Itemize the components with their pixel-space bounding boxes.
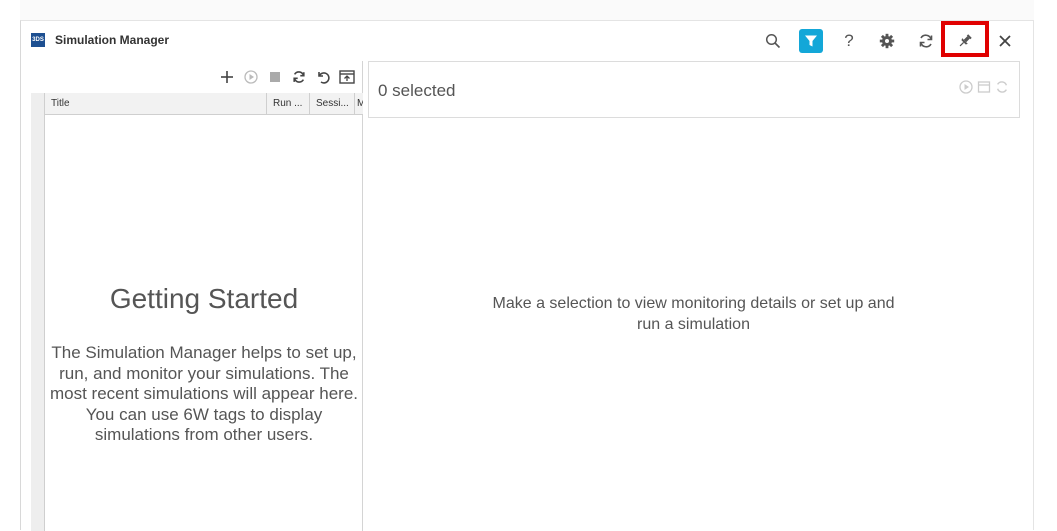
empty-selection-message: Make a selection to view monitoring deta…: [492, 295, 895, 333]
column-session[interactable]: Sessi...: [310, 93, 355, 115]
search-icon: [765, 33, 781, 49]
export-icon: [339, 70, 355, 84]
add-simulation-button[interactable]: [218, 68, 236, 86]
filter-icon: [805, 35, 817, 47]
left-toolbar: [218, 67, 356, 87]
stop-icon: [270, 72, 280, 82]
export-button[interactable]: [338, 68, 356, 86]
refresh-list-button[interactable]: [290, 68, 308, 86]
calendar-icon[interactable]: [977, 80, 991, 94]
refresh-icon: [293, 71, 305, 83]
play-icon: [244, 70, 258, 84]
getting-started-text: The Simulation Manager helps to set up, …: [49, 343, 359, 444]
undo-button[interactable]: [314, 68, 332, 86]
row-selector-strip: [31, 93, 45, 531]
settings-button[interactable]: [875, 29, 899, 53]
simulations-list-panel: Title Run ... Sessi... M Getting Started…: [31, 61, 363, 531]
top-background: [20, 0, 1034, 20]
help-icon: ?: [844, 31, 854, 50]
refresh-icon: [919, 34, 933, 48]
title-bar: 3DS Simulation Manager ?: [21, 21, 1033, 61]
close-icon: [999, 35, 1011, 47]
undo-icon: [318, 72, 330, 84]
app-logo-icon: 3DS: [31, 33, 45, 47]
refresh-icon[interactable]: [995, 80, 1009, 94]
search-button[interactable]: [761, 29, 785, 53]
pin-highlight-box: [941, 21, 989, 57]
run-button[interactable]: [242, 68, 260, 86]
selection-header: 0 selected: [368, 61, 1020, 118]
selected-count: 0 selected: [378, 81, 456, 100]
column-run[interactable]: Run ...: [267, 93, 310, 115]
filter-button[interactable]: [799, 29, 823, 53]
stop-button[interactable]: [266, 68, 284, 86]
add-icon: [221, 71, 233, 83]
window-title: Simulation Manager: [55, 33, 170, 47]
table-header: Title Run ... Sessi... M: [45, 93, 363, 115]
column-title[interactable]: Title: [45, 93, 267, 115]
help-button[interactable]: ?: [837, 29, 861, 53]
close-button[interactable]: [993, 29, 1017, 53]
gear-icon: [879, 33, 895, 49]
refresh-button[interactable]: [914, 29, 938, 53]
simulation-manager-window: 3DS Simulation Manager ? Title Run ... S…: [20, 20, 1034, 531]
selection-actions: [959, 80, 1009, 94]
column-more[interactable]: M: [355, 93, 363, 115]
play-icon[interactable]: [959, 80, 973, 94]
getting-started-title: Getting Started: [109, 283, 299, 314]
